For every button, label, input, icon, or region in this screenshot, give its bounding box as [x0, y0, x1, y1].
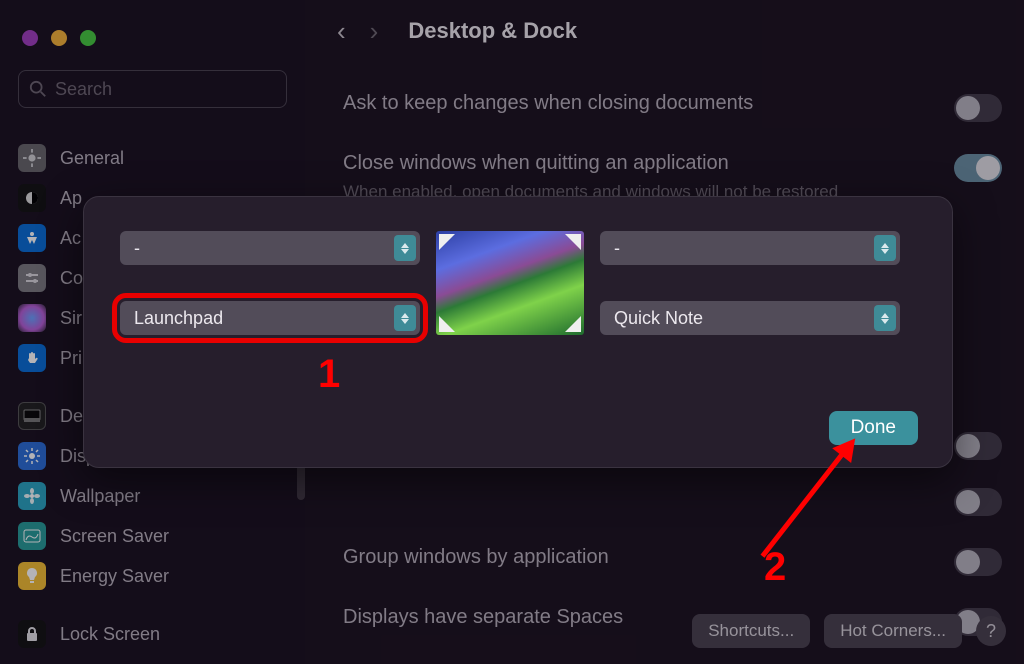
row-group-windows: Group windows by application [343, 542, 1002, 602]
shortcuts-button[interactable]: Shortcuts... [692, 614, 810, 648]
sun-icon [18, 442, 46, 470]
lock-icon [18, 620, 46, 648]
sidebar-item-label: De [60, 406, 83, 427]
hotcorners-button[interactable]: Hot Corners... [824, 614, 962, 648]
search-placeholder: Search [55, 79, 112, 100]
search-input[interactable]: Search [18, 70, 287, 108]
sidebar-item-label: Pri [60, 348, 82, 369]
flower-icon [18, 482, 46, 510]
header-bar: ‹ › Desktop & Dock [321, 0, 1024, 62]
sidebar-item-label: Wallpaper [60, 486, 140, 507]
stepper-icon [874, 305, 896, 331]
help-button[interactable]: ? [976, 616, 1006, 646]
stepper-icon [394, 235, 416, 261]
corner-indicator-br [565, 316, 581, 332]
sliders-icon [18, 264, 46, 292]
sidebar-item-screensaver[interactable]: Screen Saver [0, 516, 305, 556]
window-minimize-button[interactable] [51, 30, 67, 46]
select-value: - [614, 238, 620, 259]
done-button[interactable]: Done [829, 411, 918, 445]
nav-back-button[interactable]: ‹ [337, 16, 346, 47]
accessibility-icon [18, 224, 46, 252]
stepper-icon [874, 235, 896, 261]
hot-corners-sheet: - Launchpad - Quick Note Done [83, 196, 953, 468]
corner-indicator-tr [565, 234, 581, 250]
sidebar-item-general[interactable]: General [0, 138, 305, 178]
window-controls [22, 30, 96, 46]
sidebar-item-label: Ap [60, 188, 82, 209]
window-close-button[interactable] [22, 30, 38, 46]
setting-label: Ask to keep changes when closing documen… [343, 92, 753, 115]
sidebar-item-label: Energy Saver [60, 566, 169, 587]
hotcorner-top-left-select[interactable]: - [120, 231, 420, 265]
sidebar-item-label: Screen Saver [60, 526, 169, 547]
sidebar-item-lockscreen[interactable]: Lock Screen [0, 614, 305, 654]
siri-icon [18, 304, 46, 332]
toggle-ask-keep[interactable] [954, 94, 1002, 122]
select-value: - [134, 238, 140, 259]
toggle-close-windows[interactable] [954, 154, 1002, 182]
screensaver-icon [18, 522, 46, 550]
select-value: Quick Note [614, 308, 703, 329]
sidebar-item-wallpaper[interactable]: Wallpaper [0, 476, 305, 516]
toggle-row-4[interactable] [954, 488, 1002, 516]
gear-icon [18, 144, 46, 172]
sidebar-item-label: Co [60, 268, 83, 289]
row-ask-keep: Ask to keep changes when closing documen… [343, 88, 1002, 148]
sidebar-item-label: Ac [60, 228, 81, 249]
setting-label: Group windows by application [343, 546, 609, 569]
sidebar-item-label: Sir [60, 308, 82, 329]
corner-indicator-bl [439, 316, 455, 332]
hotcorner-bottom-right-select[interactable]: Quick Note [600, 301, 900, 335]
setting-label: Displays have separate Spaces [343, 606, 623, 629]
appearance-icon [18, 184, 46, 212]
sidebar-item-energy[interactable]: Energy Saver [0, 556, 305, 596]
window-zoom-button[interactable] [80, 30, 96, 46]
desktop-icon [18, 402, 46, 430]
toggle-group-windows[interactable] [954, 548, 1002, 576]
hotcorner-top-right-select[interactable]: - [600, 231, 900, 265]
hand-icon [18, 344, 46, 372]
select-value: Launchpad [134, 308, 223, 329]
sidebar-item-label: General [60, 148, 124, 169]
hotcorner-bottom-left-select[interactable]: Launchpad [120, 301, 420, 335]
corner-indicator-tl [439, 234, 455, 250]
search-icon [29, 80, 47, 98]
footer-buttons: Shortcuts... Hot Corners... ? [692, 614, 1006, 648]
toggle-row-3[interactable] [954, 432, 1002, 460]
stepper-icon [394, 305, 416, 331]
display-preview [436, 231, 584, 335]
sidebar-item-label: Lock Screen [60, 624, 160, 645]
nav-forward-button[interactable]: › [370, 16, 379, 47]
lightbulb-icon [18, 562, 46, 590]
page-title: Desktop & Dock [408, 18, 577, 44]
setting-label: Close windows when quitting an applicati… [343, 152, 863, 175]
